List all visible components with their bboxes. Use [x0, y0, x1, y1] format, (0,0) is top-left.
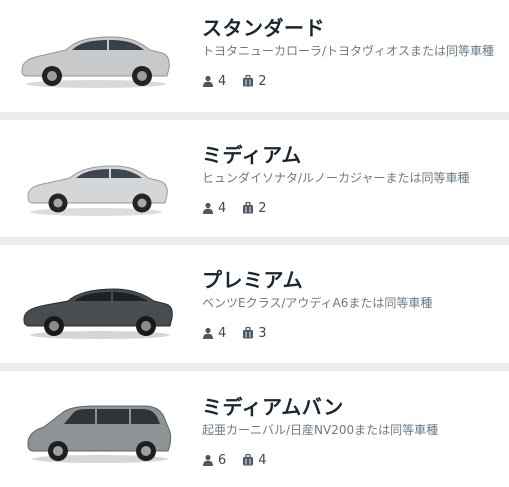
passenger-capacity: 6	[202, 453, 226, 468]
car-image-van	[14, 397, 174, 467]
car-class-list: スタンダード トヨタニューカローラ/トヨタヴィオスまたは同等車種 4 2 ミディ…	[0, 0, 509, 487]
suitcase-icon	[243, 454, 254, 466]
car-class-title: プレミアム	[202, 268, 304, 292]
car-class-specs: 6 4	[202, 452, 283, 468]
luggage-count: 2	[258, 200, 267, 216]
suitcase-icon	[243, 75, 254, 87]
luggage-count: 3	[258, 325, 267, 341]
passenger-count: 4	[218, 73, 227, 89]
luggage-capacity: 2	[242, 73, 267, 89]
card-divider	[0, 363, 509, 371]
passenger-capacity: 4	[202, 74, 226, 89]
card-divider	[0, 112, 509, 120]
luggage-capacity: 2	[242, 200, 267, 216]
card-divider	[0, 237, 509, 245]
car-class-models: トヨタニューカローラ/トヨタヴィオスまたは同等車種	[202, 44, 495, 58]
car-image-sedan	[14, 275, 174, 345]
suitcase-icon	[243, 202, 254, 214]
car-class-specs: 4 2	[202, 200, 283, 216]
car-class-card-medium[interactable]: ミディアム ヒュンダイソナタ/ルノーカジャーまたは同等車種 4 2	[0, 120, 509, 237]
car-class-card-medium-van[interactable]: ミディアムバン 起亜カーニバル/日産NV200または同等車種 6 4	[0, 371, 509, 487]
car-class-title: ミディアムバン	[202, 395, 344, 419]
car-class-specs: 4 3	[202, 325, 283, 341]
car-image-sedan	[14, 152, 174, 222]
car-class-title: ミディアム	[202, 143, 302, 167]
person-icon	[203, 454, 213, 466]
person-icon	[203, 75, 213, 87]
car-class-title: スタンダード	[202, 16, 325, 40]
person-icon	[203, 202, 213, 214]
car-class-models: 起亜カーニバル/日産NV200または同等車種	[202, 423, 439, 437]
suitcase-icon	[243, 327, 254, 339]
luggage-count: 2	[258, 73, 267, 89]
passenger-count: 4	[218, 200, 227, 216]
luggage-capacity: 4	[242, 452, 267, 468]
passenger-count: 6	[218, 452, 227, 468]
car-image-sedan	[14, 22, 174, 92]
person-icon	[203, 327, 213, 339]
car-class-models: ベンツEクラス/アウディA6または同等車種	[202, 296, 433, 310]
car-class-card-standard[interactable]: スタンダード トヨタニューカローラ/トヨタヴィオスまたは同等車種 4 2	[0, 0, 509, 112]
passenger-capacity: 4	[202, 201, 226, 216]
passenger-capacity: 4	[202, 326, 226, 341]
passenger-count: 4	[218, 325, 227, 341]
luggage-capacity: 3	[242, 325, 267, 341]
car-class-models: ヒュンダイソナタ/ルノーカジャーまたは同等車種	[202, 171, 470, 185]
car-class-specs: 4 2	[202, 73, 283, 89]
luggage-count: 4	[258, 452, 267, 468]
car-class-card-premium[interactable]: プレミアム ベンツEクラス/アウディA6または同等車種 4 3	[0, 245, 509, 363]
